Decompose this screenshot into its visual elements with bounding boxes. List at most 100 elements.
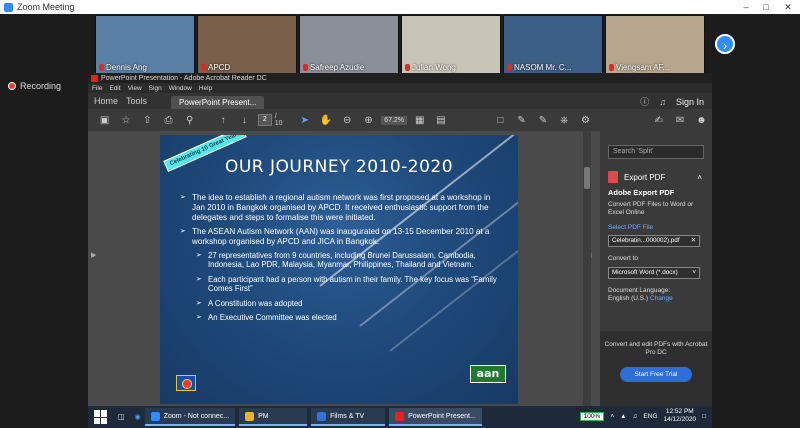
print-icon[interactable]: ⎙	[158, 115, 179, 126]
chevron-up-icon[interactable]: ˄	[697, 173, 702, 182]
zoom-bottom-right	[712, 406, 800, 428]
menu-sign[interactable]: Sign	[149, 85, 162, 92]
right-tools-panel: Search 'Split' Export PDF ˄ Adobe Export…	[600, 131, 712, 406]
upload-icon[interactable]: ⇧	[137, 115, 158, 126]
tray-chevron-icon[interactable]: ˄	[610, 413, 614, 420]
language-label: Document Language:	[608, 286, 671, 294]
battery-indicator[interactable]: 100%	[579, 411, 605, 421]
fit-page-icon[interactable]: ▦	[409, 115, 430, 126]
save-icon[interactable]: ▣	[94, 115, 115, 126]
highlight-icon[interactable]: ✎	[532, 115, 553, 126]
sign-in-button[interactable]: Sign In	[676, 97, 704, 107]
task-view-icon[interactable]: ◫	[118, 413, 125, 421]
menu-view[interactable]: View	[128, 85, 142, 92]
taskbar-app-label: Zoom - Not connec...	[163, 412, 230, 420]
menu-bar: File Edit View Sign Window Help	[88, 83, 712, 93]
mic-muted-icon	[303, 64, 308, 71]
sign-icon[interactable]: ✍	[648, 115, 669, 126]
language-indicator[interactable]: ENG	[643, 413, 657, 420]
tab-home[interactable]: Home	[94, 96, 126, 109]
taskbar-app-films[interactable]: Films & TV	[311, 408, 386, 426]
bullet: The idea to establish a regional autism …	[180, 193, 502, 222]
bell-icon[interactable]: ♫	[659, 97, 666, 107]
page-number-input[interactable]: 2	[258, 114, 272, 126]
zoom-app-icon	[150, 411, 160, 421]
comment-icon[interactable]: □	[490, 115, 511, 126]
document-viewer[interactable]: ▶ ◀ Celebrating 10 Great Years OUR JOURN…	[88, 131, 600, 406]
tab-tools[interactable]: Tools	[126, 96, 155, 109]
menu-window[interactable]: Window	[169, 85, 192, 92]
participant-name: NASOM Mr. C...	[514, 63, 572, 72]
zoom-level[interactable]: 67.2%	[381, 115, 408, 125]
search-icon[interactable]: ⚲	[179, 115, 200, 126]
user-icon[interactable]: ☻	[691, 115, 712, 126]
menu-file[interactable]: File	[92, 85, 102, 92]
select-file-link[interactable]: Select PDF File	[608, 224, 704, 233]
tools-search-input[interactable]: Search 'Split'	[608, 145, 704, 159]
acrobat-window-title: PowerPoint Presentation - Adobe Acrobat …	[101, 74, 267, 82]
upgrade-promo: Convert and edit PDFs with Acrobat Pro D…	[600, 331, 712, 406]
sub-bullet: An Executive Committee was elected	[196, 313, 502, 323]
close-icon[interactable]: ✕	[778, 0, 798, 14]
participant-tile[interactable]: Safreep Azudie	[299, 15, 399, 75]
tab-document[interactable]: PowerPoint Present...	[171, 96, 265, 109]
minimize-icon[interactable]: –	[736, 0, 756, 14]
menu-edit[interactable]: Edit	[109, 85, 120, 92]
change-language-link[interactable]: Change	[650, 295, 673, 302]
taskbar-app-acrobat[interactable]: PowerPoint Present...	[389, 408, 482, 426]
sub-bullet: Each participant had a person with autis…	[196, 275, 502, 294]
network-icon[interactable]: ▲	[620, 413, 626, 420]
zoom-logo-icon	[4, 2, 13, 12]
participant-tile[interactable]: Julian Wong	[401, 15, 501, 75]
vertical-scrollbar[interactable]	[583, 131, 591, 406]
chevron-right-icon: ›	[722, 38, 728, 53]
asean-logo-icon	[176, 375, 196, 391]
chevron-down-icon: ˅	[692, 268, 696, 276]
volume-icon[interactable]: ♫	[633, 413, 638, 420]
recording-indicator[interactable]: Recording	[8, 81, 61, 91]
hand-icon[interactable]: ✋	[315, 115, 336, 126]
taskbar-app-pm[interactable]: PM	[239, 408, 308, 426]
stamp-icon[interactable]: ⎈	[554, 115, 575, 126]
notification-icon[interactable]: □	[702, 413, 706, 420]
sub-bullet: 27 representatives from 9 countries, inc…	[196, 251, 502, 270]
share-icon[interactable]: ⚙	[575, 115, 596, 126]
participant-name: Julian Wong	[412, 63, 456, 72]
zoom-in-icon[interactable]: ⊕	[358, 115, 379, 126]
edge-icon[interactable]: ◉	[135, 413, 141, 421]
selected-file-field[interactable]: Celebratin...000002).pdf ✕	[608, 235, 700, 247]
participant-tile[interactable]: APCD	[197, 15, 297, 75]
mic-muted-icon	[99, 64, 104, 71]
next-participants-button[interactable]: ›	[715, 34, 735, 54]
zoom-out-icon[interactable]: ⊖	[337, 115, 358, 126]
prev-page-icon[interactable]: ↑	[212, 115, 233, 126]
export-card-heading: Adobe Export PDF	[608, 188, 675, 197]
mic-muted-icon	[201, 64, 206, 71]
pen-icon[interactable]: ✎	[511, 115, 532, 126]
left-panel-toggle-icon[interactable]: ▶	[91, 251, 96, 259]
start-free-trial-button[interactable]: Start Free Trial	[620, 367, 692, 382]
clock-date: 14/12/2020	[663, 416, 697, 423]
participant-tile[interactable]: NASOM Mr. C...	[503, 15, 603, 75]
menu-help[interactable]: Help	[199, 85, 212, 92]
cursor-icon[interactable]: ➤	[294, 115, 315, 126]
scroll-thumb[interactable]	[584, 167, 590, 189]
convert-select[interactable]: Microsoft Word (*.docx) ˅	[608, 266, 700, 279]
next-page-icon[interactable]: ↓	[234, 115, 255, 126]
participant-tile[interactable]: Dennis Ang	[95, 15, 195, 75]
clear-icon[interactable]: ✕	[691, 236, 696, 246]
participant-tile[interactable]: Viengsam AF...	[605, 15, 705, 75]
toolbar: ▣ ☆ ⇧ ⎙ ⚲ ↑ ↓ 2 / 10 ➤ ✋ ⊖ ⊕ 67.2% ▦ ▤ □…	[88, 109, 712, 131]
help-icon[interactable]: ⓘ	[640, 95, 649, 108]
maximize-icon[interactable]: □	[756, 0, 776, 14]
mail-icon[interactable]: ✉	[669, 115, 690, 126]
convert-label: Convert to	[608, 255, 638, 262]
scroll-mode-icon[interactable]: ▤	[430, 115, 451, 126]
taskbar-app-zoom[interactable]: Zoom - Not connec...	[144, 408, 236, 426]
bullet: The ASEAN Autism Network (AAN) was inaug…	[180, 227, 502, 323]
star-icon[interactable]: ☆	[115, 115, 136, 126]
export-pdf-header[interactable]: Export PDF ˄	[608, 171, 704, 183]
windows-start-icon[interactable]	[94, 410, 108, 424]
clock[interactable]: 12:52 PM 14/12/2020	[664, 408, 697, 424]
sub-bullets: 27 representatives from 9 countries, inc…	[196, 251, 502, 323]
